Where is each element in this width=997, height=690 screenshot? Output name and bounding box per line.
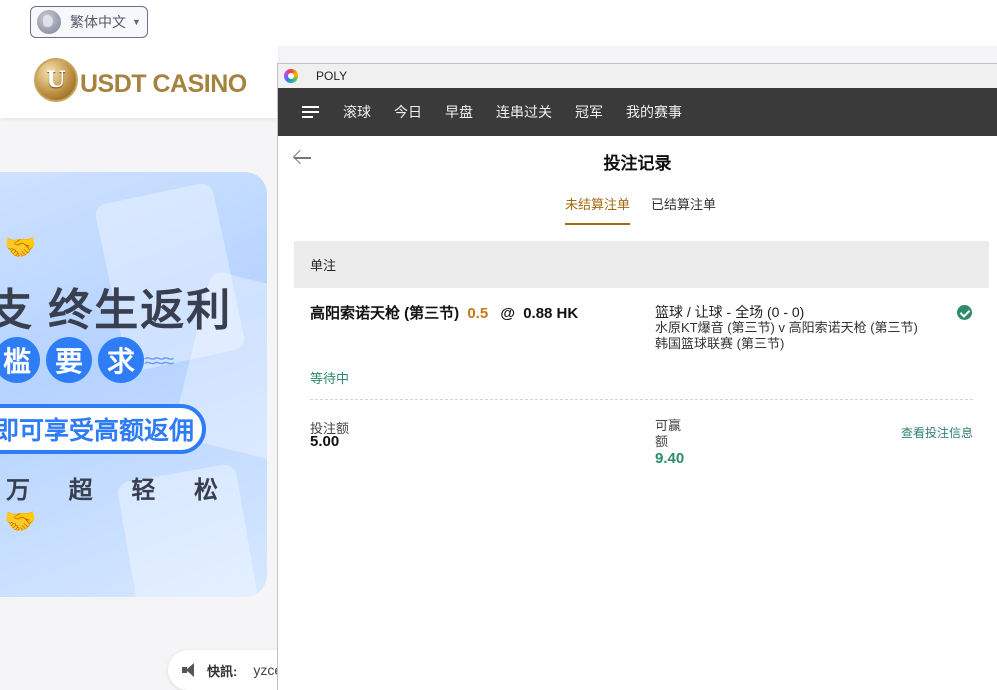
handshake-icon: 🤝	[4, 232, 37, 262]
menu-icon[interactable]	[302, 106, 319, 118]
dashed-divider	[310, 399, 973, 400]
tab-unsettled[interactable]: 未结算注单	[565, 194, 631, 225]
tab-settled[interactable]: 已结算注单	[651, 194, 716, 223]
win-label: 可赢额	[655, 418, 682, 449]
banner-headline: 支 终生返利	[0, 286, 233, 335]
win-value: 9.40	[655, 450, 685, 467]
bet-selection-line: 高阳索诺天枪 (第三节) 0.5 @ 0.88 HK	[310, 302, 578, 323]
banner-pill: 即可享受高额返佣	[0, 404, 206, 454]
casino-logo-text[interactable]: USDT CASINO	[80, 70, 247, 99]
banner-requirement-row: 槛 要 求	[0, 337, 144, 383]
bet-market-details: 篮球 / 让球 - 全场 (0 - 0) 水原KT爆音 (第三节) v 高阳索诺…	[655, 304, 918, 352]
top-bar: 繁体中文 ▼	[0, 0, 997, 46]
bet-match: 水原KT爆音 (第三节) v 高阳索诺天枪 (第三节)	[655, 320, 918, 335]
bet-odds: 0.88 HK	[523, 305, 579, 322]
nav-item-outright[interactable]: 冠军	[575, 102, 603, 122]
casino-logo-icon[interactable]: U	[34, 58, 78, 102]
view-bet-info-link[interactable]: 查看投注信息	[901, 424, 973, 441]
banner-tagline: 万 超 轻 松	[6, 477, 235, 504]
globe-icon	[37, 10, 61, 34]
check-circle-icon	[957, 305, 972, 320]
app-icon	[284, 69, 298, 83]
ticker-label: 快訊:	[207, 663, 238, 679]
logo-letter: U	[46, 67, 66, 93]
sports-nav: 滚球 今日 早盘 连串过关 冠军 我的赛事	[278, 88, 997, 136]
banner-char: 求	[98, 337, 144, 383]
language-selector[interactable]: 繁体中文 ▼	[30, 6, 148, 38]
bet-selection: 高阳索诺天枪 (第三节)	[310, 305, 460, 322]
bet-record-tabs: 未结算注单 已结算注单	[278, 186, 997, 225]
nav-item-today[interactable]: 今日	[394, 102, 422, 122]
bet-market: 篮球 / 让球 - 全场 (0 - 0)	[655, 304, 805, 320]
nav-item-live[interactable]: 滚球	[343, 102, 371, 122]
window-title: POLY	[316, 69, 348, 83]
bet-status: 等待中	[310, 371, 350, 386]
bet-league: 韩国篮球联赛 (第三节)	[655, 336, 785, 351]
banner-char: 槛	[0, 337, 40, 383]
language-label: 繁体中文	[70, 14, 126, 30]
caret-down-icon: ▼	[132, 17, 141, 27]
page-header: 投注记录	[278, 136, 997, 186]
nav-item-my-events[interactable]: 我的赛事	[626, 102, 682, 122]
stake-value: 5.00	[310, 433, 340, 450]
poly-window: POLY 滚球 今日 早盘 连串过关 冠军 我的赛事 投注记录 未结算注单 已结…	[277, 63, 997, 690]
bet-at-symbol: @	[500, 305, 516, 322]
bet-handicap: 0.5	[467, 305, 489, 322]
page-title: 投注记录	[603, 154, 672, 173]
nav-item-parlay[interactable]: 连串过关	[496, 102, 552, 122]
handshake-icon: 🤝	[4, 506, 37, 536]
section-single-bets: 单注	[294, 241, 989, 288]
banner-char: 要	[46, 337, 92, 383]
casino-header: U USDT CASINO	[0, 46, 278, 118]
window-titlebar[interactable]: POLY	[278, 64, 997, 88]
speaker-icon	[182, 663, 198, 677]
nav-item-early[interactable]: 早盘	[445, 102, 473, 122]
promo-banner[interactable]: 🤝 🤝 支 终生返利 槛 要 求 ≈≈≈ 即可享受高额返佣 万 超 轻 松	[0, 172, 267, 597]
wave-decoration: ≈≈≈	[144, 348, 174, 373]
